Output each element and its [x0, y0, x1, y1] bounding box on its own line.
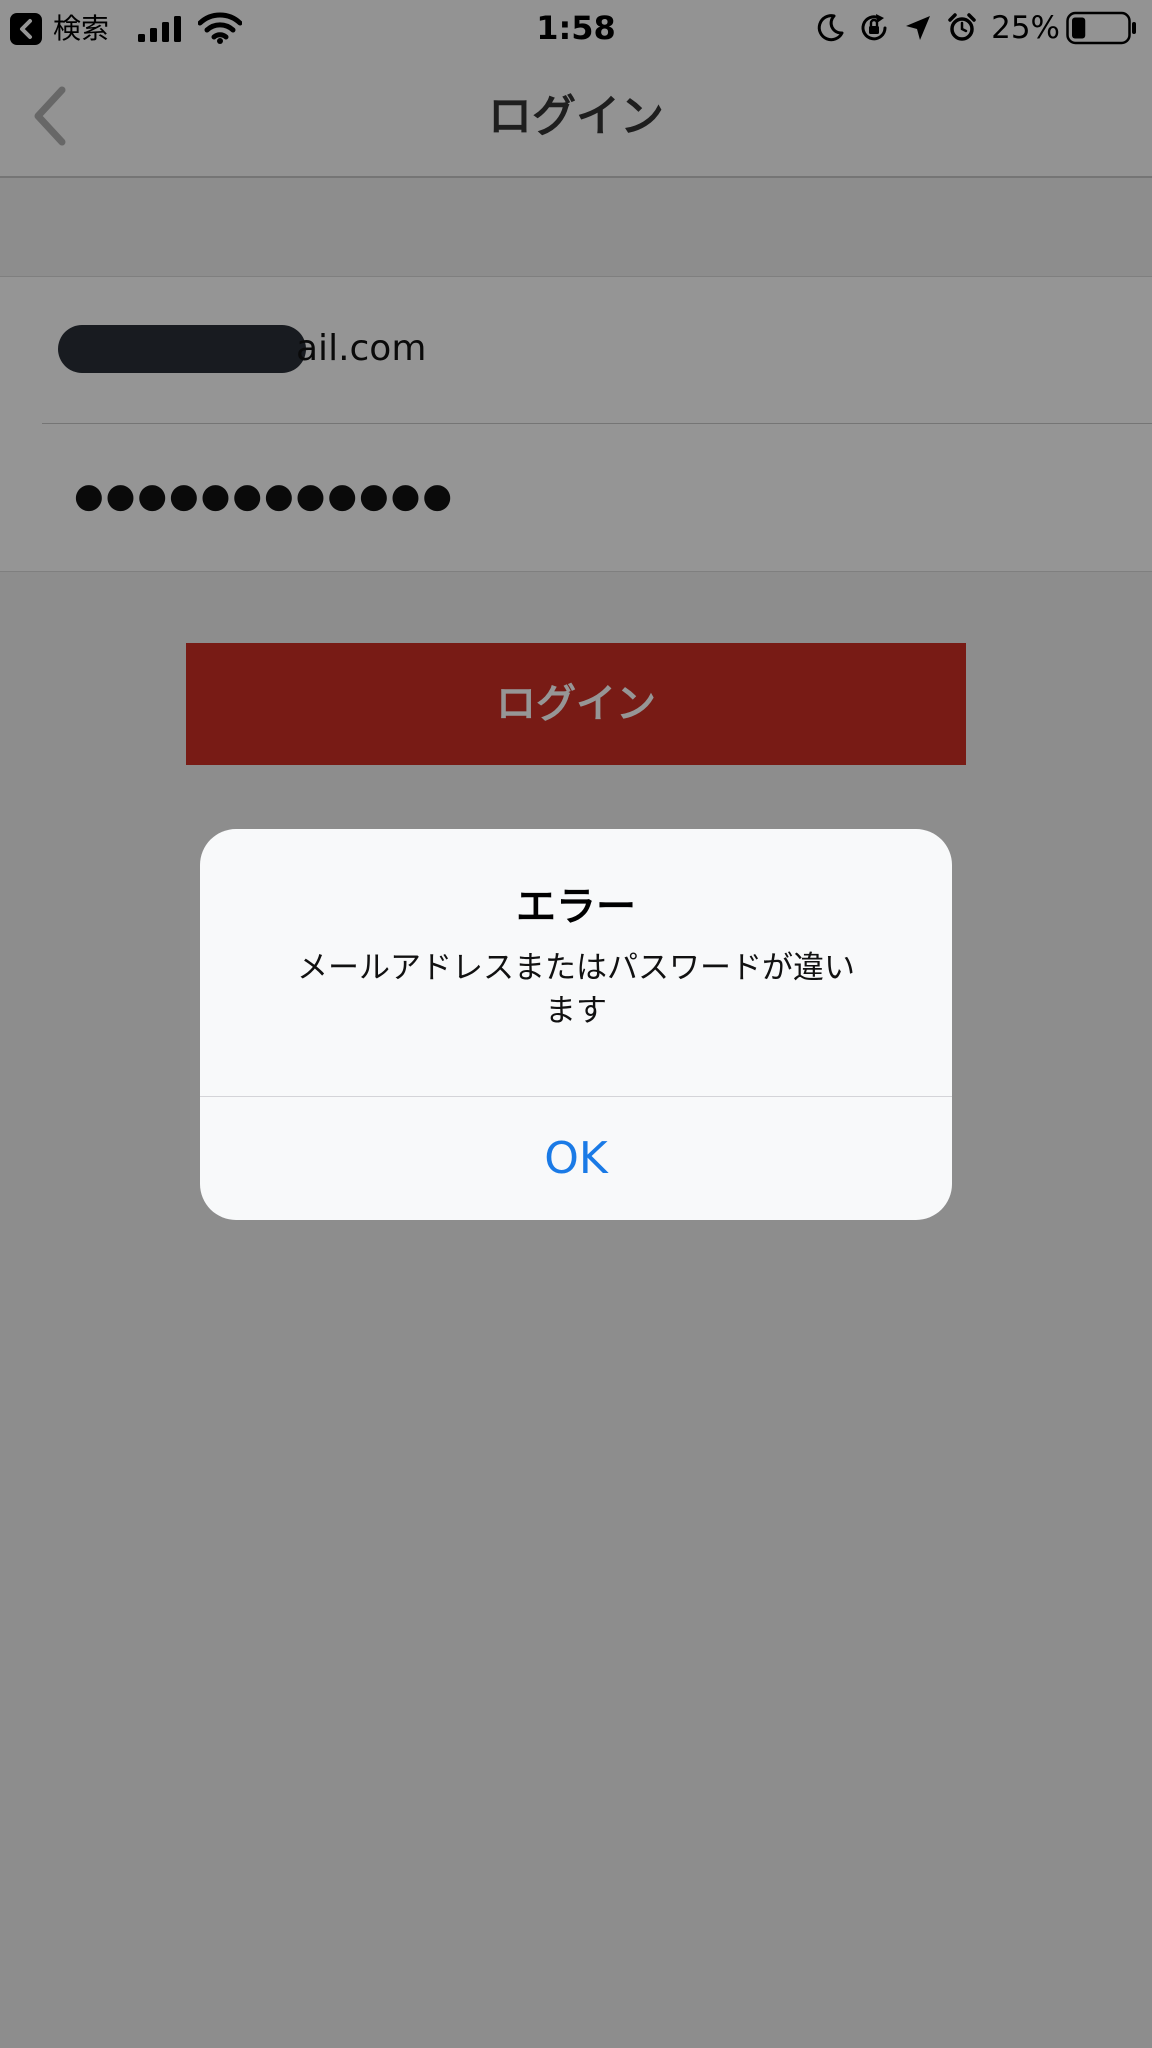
alert-message-line-1: メールアドレスまたはパスワードが違い: [297, 950, 855, 986]
alert-message-line-2: ます: [545, 993, 607, 1029]
error-alert-dialog: エラー メールアドレスまたはパスワードが違い ます OK: [200, 829, 952, 1220]
alert-ok-label: OK: [544, 1132, 608, 1184]
alert-message: メールアドレスまたはパスワードが違い ます: [250, 947, 902, 1033]
alert-title: エラー: [516, 884, 636, 930]
alert-ok-button[interactable]: OK: [200, 1097, 952, 1220]
